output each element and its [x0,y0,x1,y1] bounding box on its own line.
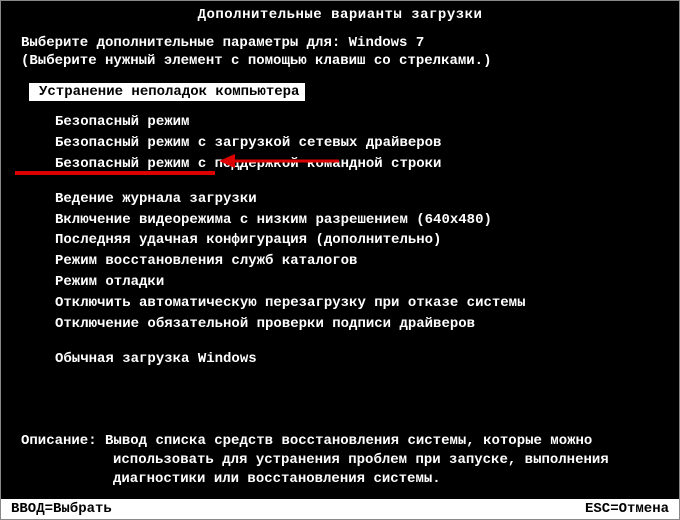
page-title: Дополнительные варианты загрузки [1,1,679,27]
content-area: Выберите дополнительные параметры для: W… [1,27,679,369]
option-repair-computer[interactable]: Устранение неполадок компьютера [29,83,305,101]
option-low-res-video[interactable]: Включение видеорежима с низким разрешени… [55,211,659,230]
option-last-known-good[interactable]: Последняя удачная конфигурация (дополнит… [55,231,659,250]
description-line-1: Вывод списка средств восстановления сист… [105,433,592,449]
description-line-2: использовать для устранения проблем при … [21,451,659,470]
option-boot-logging[interactable]: Ведение журнала загрузки [55,190,659,209]
annotation-underline [15,171,215,175]
footer-esc-hint: ESC=Отмена [585,501,669,517]
option-safe-mode[interactable]: Безопасный режим [55,113,659,132]
description-line-3: диагностики или восстановления системы. [21,470,659,489]
option-disable-driver-signature[interactable]: Отключение обязательной проверки подписи… [55,315,659,334]
footer-bar: ВВОД=Выбрать ESC=Отмена [1,499,679,519]
boot-options-screen: Дополнительные варианты загрузки Выберит… [0,0,680,520]
option-disable-auto-restart[interactable]: Отключить автоматическую перезагрузку пр… [55,294,659,313]
footer-enter-hint: ВВОД=Выбрать [11,501,112,517]
hint-text: (Выберите нужный элемент с помощью клави… [21,53,659,69]
description-block: Описание: Вывод списка средств восстанов… [1,432,679,489]
option-start-normally[interactable]: Обычная загрузка Windows [55,350,659,369]
options-list: Безопасный режим Безопасный режим с загр… [21,113,659,369]
prompt-text: Выберите дополнительные параметры для: W… [21,35,659,51]
option-ds-restore-mode[interactable]: Режим восстановления служб каталогов [55,252,659,271]
description-label: Описание: [21,433,97,449]
option-debug-mode[interactable]: Режим отладки [55,273,659,292]
option-safe-mode-networking[interactable]: Безопасный режим с загрузкой сетевых дра… [55,134,659,153]
